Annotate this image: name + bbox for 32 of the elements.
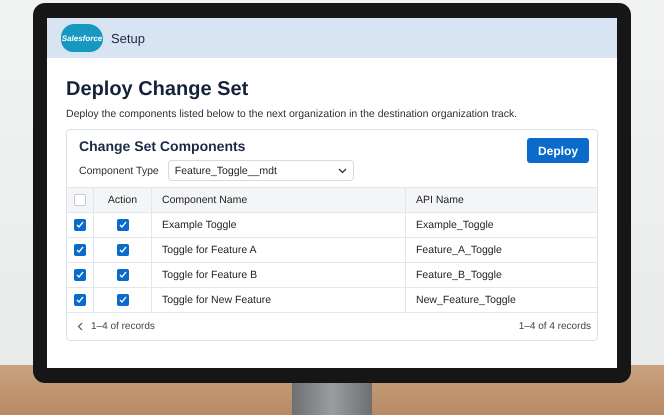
header-title: Setup	[111, 30, 145, 46]
select-all-checkbox[interactable]	[74, 194, 86, 206]
table-cell: New_Feature_Toggle	[416, 294, 516, 306]
table-cell: Feature_A_Toggle	[416, 244, 502, 256]
table-cell: Feature_B_Toggle	[416, 269, 502, 281]
cloud-logo: Salesforce	[61, 24, 103, 52]
action-checkbox[interactable]	[116, 219, 128, 231]
column-header: Component Name	[162, 194, 248, 206]
records-range: 1–4 of records	[91, 321, 155, 332]
row-checkbox[interactable]	[74, 269, 86, 281]
page-description: Deploy the components listed below to the next organization in the destination organization track.	[66, 108, 518, 120]
table-cell: Toggle for Feature A	[162, 244, 257, 256]
column-header: API Name	[416, 194, 464, 206]
chevron-down-icon	[338, 168, 347, 174]
table-cell: Toggle for New Feature	[162, 294, 272, 306]
row-checkbox[interactable]	[74, 219, 86, 231]
row-checkbox[interactable]	[74, 244, 86, 256]
chevron-left-icon[interactable]	[77, 322, 83, 331]
filter-label: Component Type	[79, 164, 159, 176]
action-checkbox[interactable]	[116, 244, 128, 256]
component-type-select[interactable]: Feature_Toggle__mdt	[168, 160, 354, 181]
card-title: Change Set Components	[79, 138, 246, 154]
action-checkbox[interactable]	[116, 269, 128, 281]
action-checkbox[interactable]	[116, 294, 128, 306]
table-cell: Toggle for Feature B	[162, 269, 258, 281]
table-cell: Example Toggle	[162, 219, 237, 231]
row-checkbox[interactable]	[74, 294, 86, 306]
deploy-button[interactable]: Deploy	[527, 138, 589, 163]
records-count: 1–4 of 4 records	[518, 321, 591, 332]
page-title: Deploy Change Set	[66, 77, 250, 102]
column-header: Action	[108, 194, 138, 206]
table-cell: Example_Toggle	[416, 219, 494, 231]
